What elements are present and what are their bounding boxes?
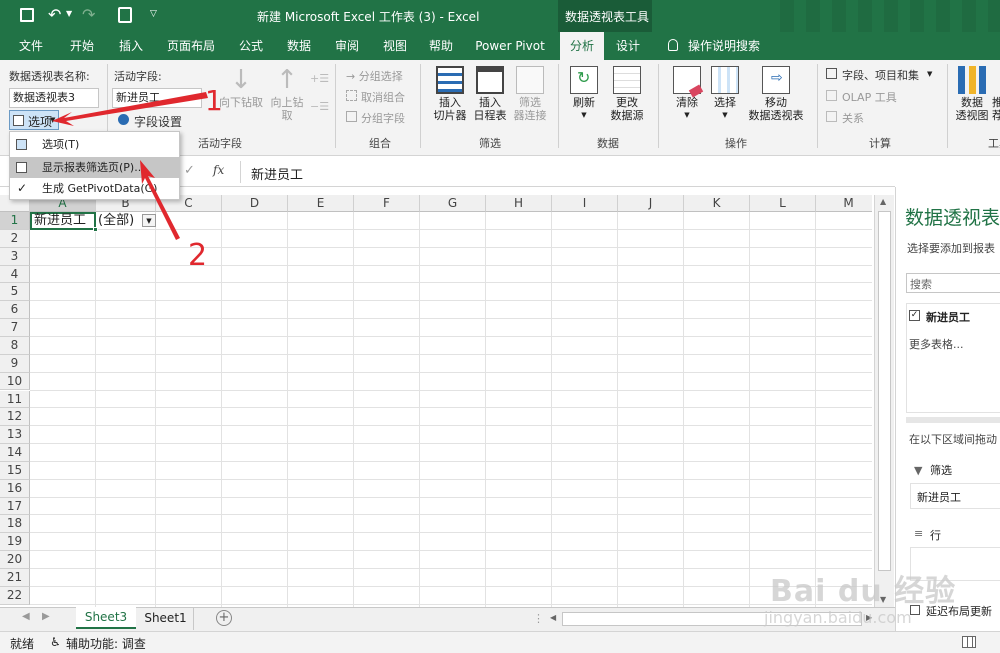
arrow-2 xyxy=(140,160,180,240)
annotation-number-2: 2 xyxy=(188,238,208,273)
annotation-number-1: 1 xyxy=(205,84,223,117)
watermark-logo: Bai du 经验 xyxy=(770,574,957,609)
arrow-1 xyxy=(52,92,208,126)
watermark-url: jingyan.baidu.com xyxy=(764,608,912,627)
annotation-arrows xyxy=(52,92,208,240)
